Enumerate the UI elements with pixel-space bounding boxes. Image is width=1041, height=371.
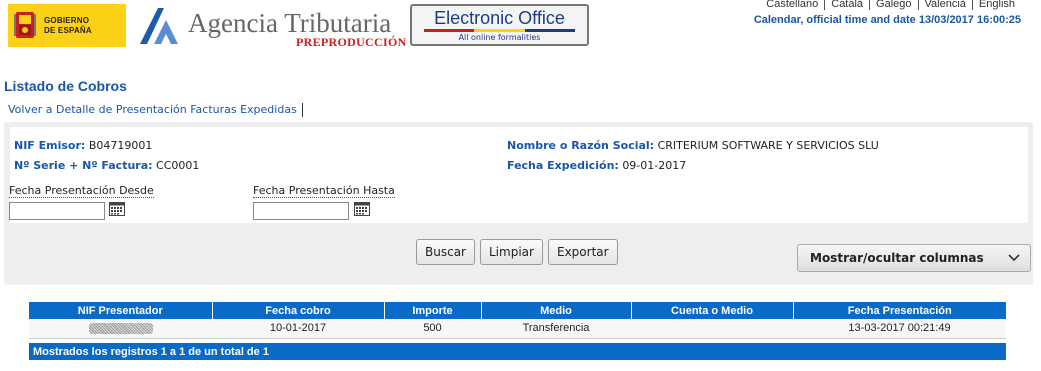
invoice-info: NIF Emisor: B04719001 Nº Serie + Nº Fact… — [9, 127, 1028, 223]
flag-stripe — [424, 29, 575, 32]
razon-social-row: Nombre o Razón Social: CRITERIUM SOFTWAR… — [507, 139, 879, 152]
coat-of-arms-icon — [14, 11, 36, 38]
electronic-office-subtitle: All online formalities — [458, 33, 541, 42]
nif-emisor-row: NIF Emisor: B04719001 — [14, 139, 152, 152]
fecha-desde-label: Fecha Presentación Desde — [9, 184, 154, 198]
serie-factura-row: Nº Serie + Nº Factura: CC0001 — [14, 159, 199, 172]
col-fecha-presentacion[interactable]: Fecha Presentación — [793, 302, 1006, 319]
serie-factura-label: Nº Serie + Nº Factura: — [14, 159, 153, 172]
gov-logo-text: GOBIERNO DE ESPAÑA — [44, 15, 92, 35]
electronic-office-button[interactable]: Electronic Office All online formalities — [410, 4, 589, 46]
results-table: NIF Presentador Fecha cobro Importe Medi… — [29, 302, 1006, 360]
exportar-button[interactable]: Exportar — [548, 239, 618, 265]
environment-label: PREPRODUCCIÓN — [296, 35, 407, 49]
lang-catala[interactable]: Català — [824, 0, 869, 10]
razon-social-label: Nombre o Razón Social: — [507, 139, 655, 152]
cell-cuenta-o-medio — [631, 319, 793, 339]
lang-valencia[interactable]: Valencià — [917, 0, 972, 10]
toggle-columns-label: Mostrar/ocultar columnas — [810, 251, 984, 265]
fecha-desde-input[interactable] — [9, 202, 105, 220]
col-cuenta-o-medio[interactable]: Cuenta o Medio — [631, 302, 794, 319]
chevron-down-icon — [1008, 254, 1020, 262]
toggle-columns-button[interactable]: Mostrar/ocultar columnas — [797, 244, 1031, 272]
table-footer-row: Mostrados los registros 1 a 1 de un tota… — [29, 343, 1006, 360]
nif-emisor-value: B04719001 — [88, 139, 153, 152]
agencia-tributaria-logo-icon[interactable] — [134, 4, 182, 48]
col-nif-presentador[interactable]: NIF Presentador — [29, 302, 213, 319]
calendar-icon[interactable] — [109, 202, 125, 216]
col-medio[interactable]: Medio — [481, 302, 632, 319]
agency-name[interactable]: Agencia Tributaria — [188, 8, 391, 38]
electronic-office-title: Electronic Office — [434, 8, 565, 28]
cell-medio: Transferencia — [481, 319, 631, 339]
nif-emisor-label: NIF Emisor: — [14, 139, 86, 152]
cell-importe: 500 — [384, 319, 481, 339]
redacted-value — [88, 322, 153, 334]
page-title: Listado de Cobros — [4, 78, 127, 94]
filter-panel: NIF Emisor: B04719001 Nº Serie + Nº Fact… — [4, 122, 1033, 285]
fecha-expedicion-label: Fecha Expedición: — [507, 159, 619, 172]
records-summary: Mostrados los registros 1 a 1 de un tota… — [29, 343, 1006, 360]
buscar-button[interactable]: Buscar — [416, 239, 475, 265]
razon-social-value: CRITERIUM SOFTWARE Y SERVICIOS SLU — [657, 139, 879, 152]
serie-factura-value: CC0001 — [156, 159, 200, 172]
lang-castellano[interactable]: Castellano — [760, 0, 824, 10]
lang-galego[interactable]: Galego — [869, 0, 917, 10]
fecha-hasta-label: Fecha Presentación Hasta — [253, 184, 395, 198]
col-importe[interactable]: Importe — [384, 302, 482, 319]
lang-english[interactable]: English — [971, 0, 1021, 10]
fecha-hasta-input[interactable] — [253, 202, 349, 220]
back-to-detail-link[interactable]: Volver a Detalle de Presentación Factura… — [8, 103, 303, 117]
fecha-expedicion-row: Fecha Expedición: 09-01-2017 — [507, 159, 686, 172]
cell-nif-presentador — [29, 319, 212, 339]
table-row[interactable]: 10-01-2017 500 Transferencia 13-03-2017 … — [29, 319, 1006, 339]
fecha-expedicion-value: 09-01-2017 — [622, 159, 687, 172]
calendar-link[interactable]: Calendar, official time and date 13/03/2… — [754, 14, 1021, 26]
calendar-icon[interactable] — [354, 202, 370, 216]
cell-fecha-presentacion: 13-03-2017 00:21:49 — [793, 319, 1006, 339]
gobierno-espana-logo[interactable]: GOBIERNO DE ESPAÑA — [8, 4, 126, 47]
col-fecha-cobro[interactable]: Fecha cobro — [212, 302, 385, 319]
table-header-row: NIF Presentador Fecha cobro Importe Medi… — [29, 302, 1006, 319]
cell-fecha-cobro: 10-01-2017 — [212, 319, 384, 339]
site-header: GOBIERNO DE ESPAÑA Agencia Tributaria PR… — [0, 0, 1041, 60]
limpiar-button[interactable]: Limpiar — [480, 239, 543, 265]
language-selector: Castellano Català Galego Valencià Englis… — [760, 0, 1021, 10]
